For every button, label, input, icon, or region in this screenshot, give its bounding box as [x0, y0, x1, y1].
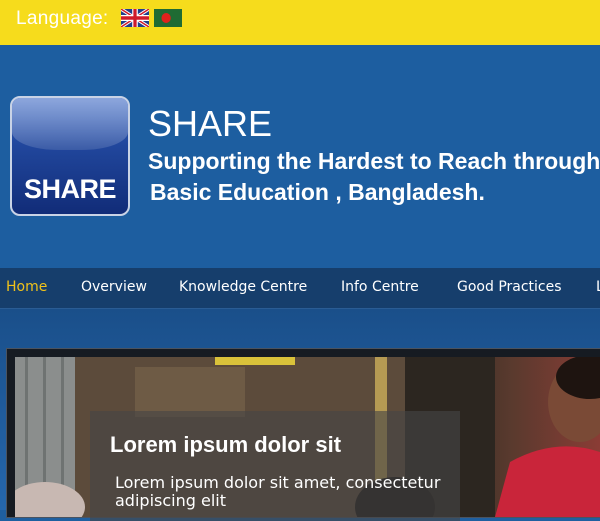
nav-item-overview[interactable]: Overview [81, 279, 147, 295]
nav-item-knowledge-centre[interactable]: Knowledge Centre [179, 279, 307, 295]
site-subtitle-line2: Basic Education , Bangladesh. [150, 179, 485, 205]
main-nav: Home Overview Knowledge Centre Info Cent… [0, 268, 600, 309]
logo-gloss [12, 98, 128, 150]
nav-item-good-practices[interactable]: Good Practices [457, 279, 562, 295]
bangladesh-flag-icon[interactable] [154, 9, 182, 27]
nav-item-truncated[interactable]: L [596, 279, 600, 295]
uk-flag-icon[interactable] [121, 9, 149, 27]
nav-item-home[interactable]: Home [6, 279, 47, 295]
slide-caption-text: Lorem ipsum dolor sit amet, consectetur … [115, 473, 441, 510]
share-logo[interactable]: SHARE [10, 96, 130, 216]
nav-item-info-centre[interactable]: Info Centre [341, 279, 419, 295]
site-title: SHARE [148, 103, 273, 144]
site-subtitle-line1: Supporting the Hardest to Reach through [148, 148, 600, 174]
slide-caption-title: Lorem ipsum dolor sit [110, 432, 342, 457]
logo-text: SHARE [23, 174, 117, 204]
language-bar: Language: [0, 0, 600, 45]
site-subtitle: Supporting the Hardest to Reach through … [148, 146, 600, 208]
language-label: Language: [16, 8, 109, 29]
